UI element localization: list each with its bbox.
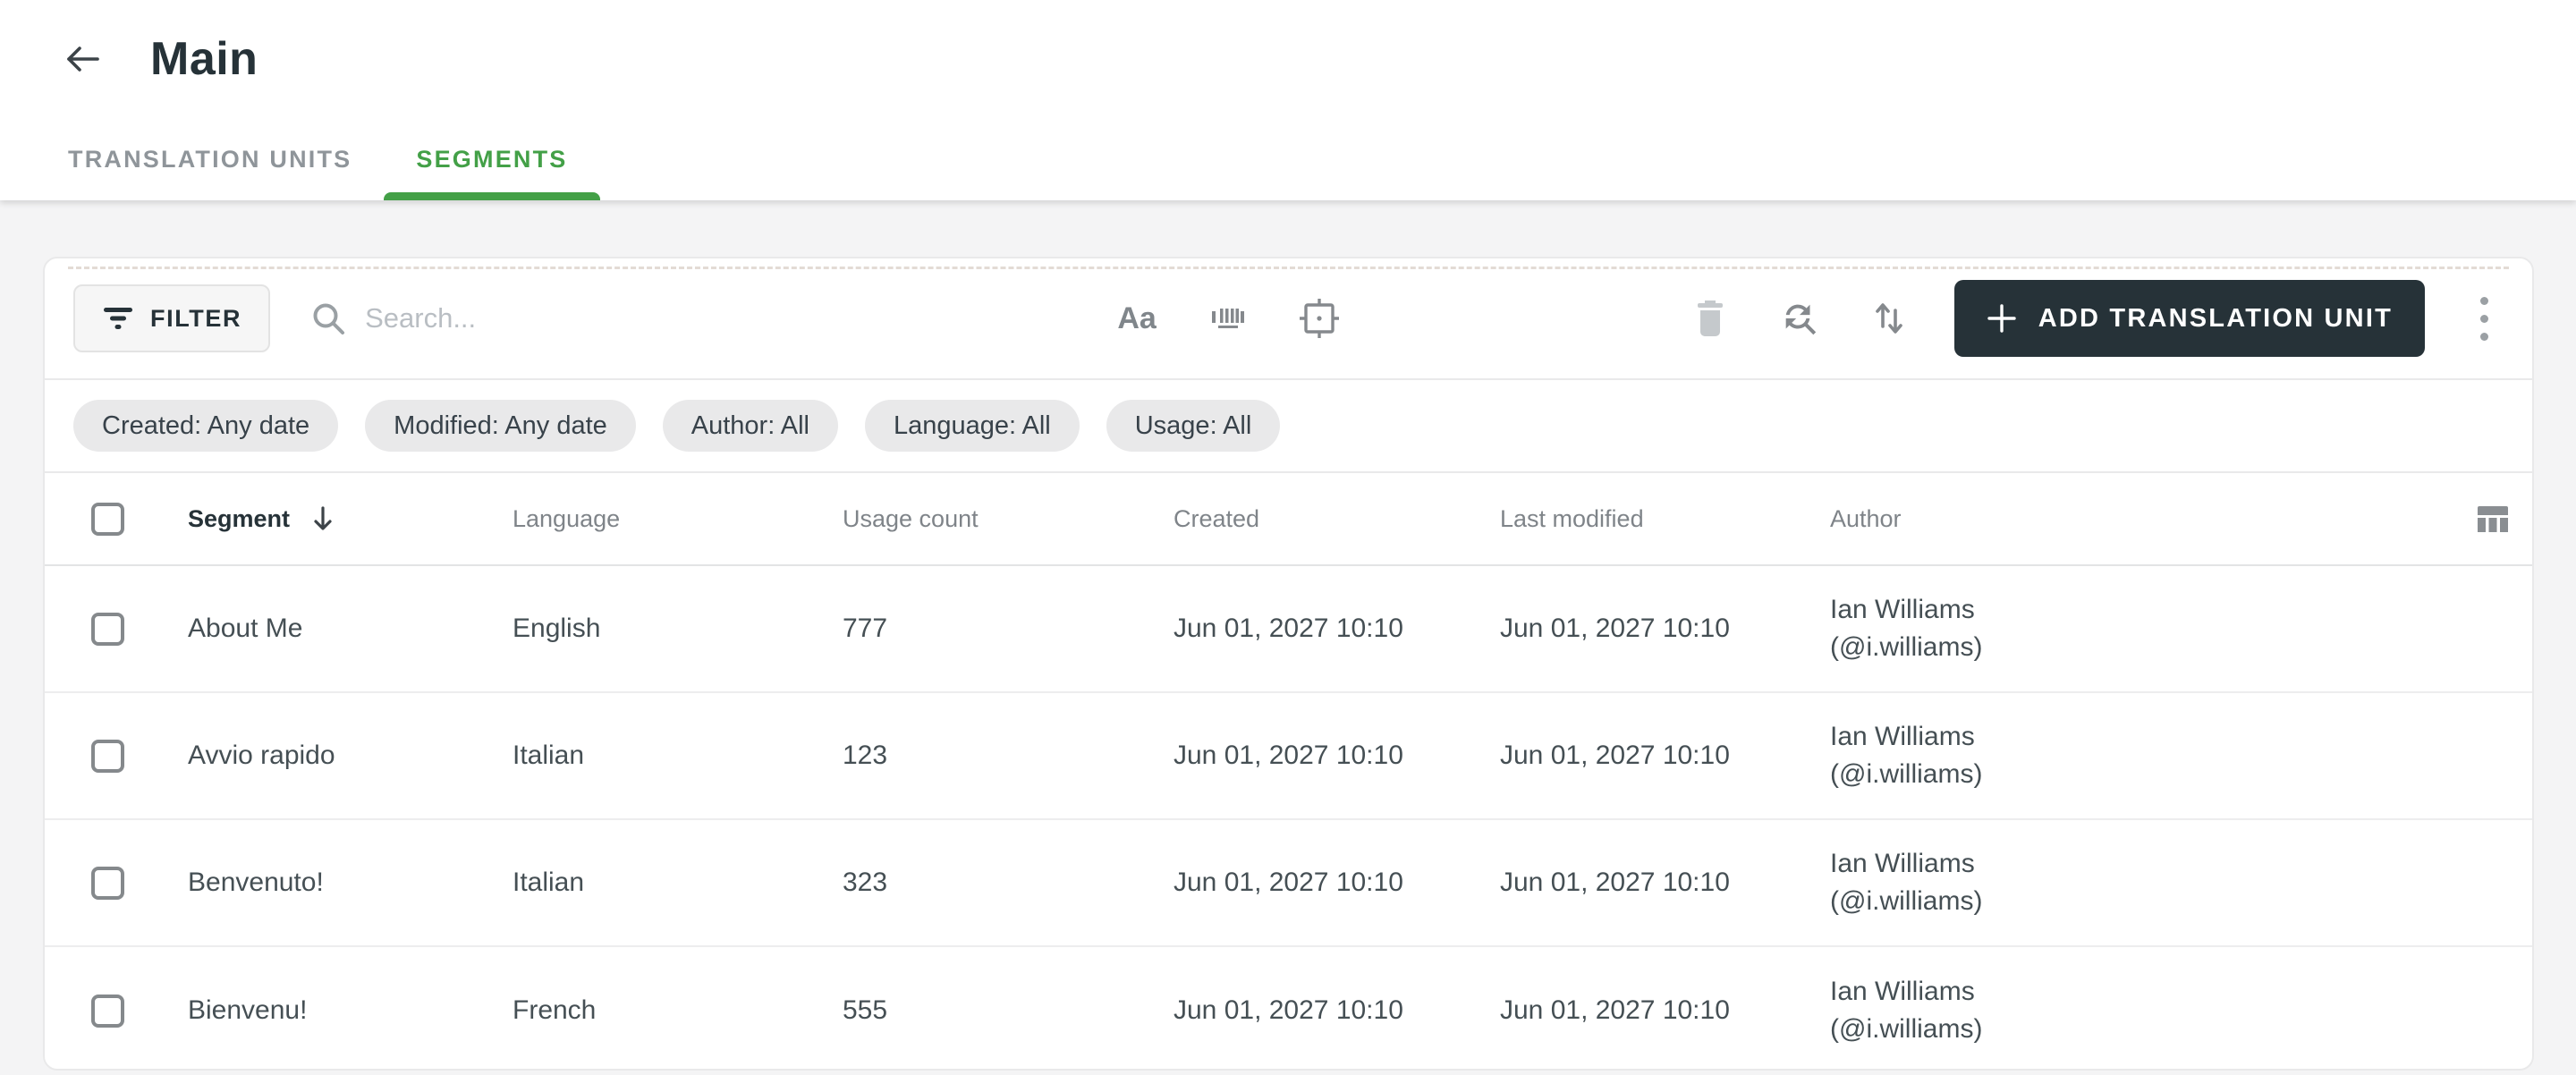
selection-frame-icon — [1300, 299, 1340, 338]
sort-desc-icon — [314, 506, 332, 530]
find-replace-button[interactable] — [1777, 296, 1822, 341]
toolbar-action-icons — [1688, 296, 1911, 341]
whole-word-toggle[interactable] — [1206, 296, 1250, 341]
cell-usage-count: 123 — [843, 741, 888, 770]
column-settings-button[interactable] — [2455, 501, 2511, 537]
sort-button[interactable] — [1867, 296, 1911, 341]
tab-bar: TRANSLATION UNITS SEGMENTS — [0, 118, 2576, 200]
column-header-segment[interactable]: Segment — [188, 504, 513, 533]
column-header-created[interactable]: Created — [1174, 505, 1500, 533]
cell-segment: Benvenuto! — [188, 868, 324, 897]
toolbar: FILTER Aa — [45, 258, 2532, 380]
find-replace-icon — [1785, 304, 1816, 335]
chip-created[interactable]: Created: Any date — [73, 400, 339, 452]
cell-usage-count: 777 — [843, 614, 888, 643]
chip-language[interactable]: Language: All — [864, 400, 1080, 452]
more-options-button[interactable] — [2464, 292, 2504, 345]
cell-last-modified: Jun 01, 2027 10:10 — [1500, 868, 1730, 897]
author-name: Ian Williams — [1830, 849, 1975, 878]
column-label: Segment — [188, 504, 291, 532]
table-row[interactable]: Bienvenu! French 555 Jun 01, 2027 10:10 … — [45, 947, 2532, 1069]
filter-button[interactable]: FILTER — [73, 284, 271, 352]
column-header-author[interactable]: Author — [1830, 505, 2455, 533]
chip-usage[interactable]: Usage: All — [1106, 400, 1281, 452]
search-input[interactable] — [365, 302, 992, 334]
cell-created: Jun 01, 2027 10:10 — [1174, 868, 1403, 897]
delete-button[interactable] — [1688, 296, 1733, 341]
plus-icon — [1987, 304, 2016, 333]
cell-usage-count: 555 — [843, 995, 888, 1025]
author-handle: (@i.williams) — [1830, 759, 1983, 789]
author-handle: (@i.williams) — [1830, 632, 1983, 662]
card-dashed-border — [68, 267, 2509, 269]
match-case-icon: Aa — [1117, 300, 1157, 335]
table-header: Segment Language Usage count Created Las… — [45, 473, 2532, 566]
cell-created: Jun 01, 2027 10:10 — [1174, 614, 1403, 643]
cell-author: Ian Williams (@i.williams) — [1830, 591, 2455, 666]
row-checkbox[interactable] — [91, 866, 124, 900]
chip-modified[interactable]: Modified: Any date — [365, 400, 636, 452]
tab-segments[interactable]: SEGMENTS — [384, 118, 600, 200]
row-checkbox[interactable] — [91, 994, 124, 1028]
segments-card: FILTER Aa — [43, 257, 2534, 1071]
cell-last-modified: Jun 01, 2027 10:10 — [1500, 741, 1730, 770]
title-row: Main — [0, 0, 2576, 89]
sort-arrows-icon — [1875, 303, 1902, 334]
author-handle: (@i.williams) — [1830, 1014, 1983, 1044]
column-header-usage-count[interactable]: Usage count — [843, 505, 1174, 533]
table-row[interactable]: Avvio rapido Italian 123 Jun 01, 2027 10… — [45, 693, 2532, 820]
author-name: Ian Williams — [1830, 977, 1975, 1006]
filter-chips-row: Created: Any date Modified: Any date Aut… — [45, 380, 2532, 473]
kebab-icon — [2479, 296, 2488, 305]
cell-language: Italian — [513, 741, 585, 770]
row-checkbox[interactable] — [91, 612, 124, 646]
row-checkbox[interactable] — [91, 739, 124, 773]
app-header: Main TRANSLATION UNITS SEGMENTS — [0, 0, 2576, 200]
cell-last-modified: Jun 01, 2027 10:10 — [1500, 995, 1730, 1025]
tab-translation-units[interactable]: TRANSLATION UNITS — [36, 118, 384, 200]
whole-word-icon — [1212, 309, 1245, 328]
match-case-toggle[interactable]: Aa — [1114, 296, 1159, 341]
select-all-checkbox[interactable] — [91, 502, 124, 536]
trash-icon — [1697, 300, 1723, 336]
search-box — [309, 300, 1034, 337]
column-header-language[interactable]: Language — [513, 505, 843, 533]
search-option-icons: Aa — [1114, 296, 1342, 341]
add-button-label: ADD TRANSLATION UNIT — [2038, 303, 2393, 333]
cell-segment: Bienvenu! — [188, 995, 308, 1025]
author-name: Ian Williams — [1830, 595, 1975, 624]
tab-label: TRANSLATION UNITS — [68, 145, 352, 173]
table-columns-icon — [2478, 506, 2508, 532]
cell-language: French — [513, 995, 597, 1025]
back-button[interactable] — [57, 34, 107, 84]
active-tab-indicator — [384, 192, 600, 200]
table-row[interactable]: About Me English 777 Jun 01, 2027 10:10 … — [45, 566, 2532, 693]
filter-icon — [104, 308, 132, 329]
table-row[interactable]: Benvenuto! Italian 323 Jun 01, 2027 10:1… — [45, 820, 2532, 947]
author-handle: (@i.williams) — [1830, 886, 1983, 916]
selection-search-toggle[interactable] — [1297, 296, 1342, 341]
cell-segment: Avvio rapido — [188, 741, 335, 770]
cell-author: Ian Williams (@i.williams) — [1830, 845, 2455, 920]
author-name: Ian Williams — [1830, 722, 1975, 751]
cell-last-modified: Jun 01, 2027 10:10 — [1500, 614, 1730, 643]
back-arrow-icon — [67, 47, 99, 72]
cell-language: Italian — [513, 868, 585, 897]
cell-language: English — [513, 614, 601, 643]
cell-segment: About Me — [188, 614, 303, 643]
cell-usage-count: 323 — [843, 868, 888, 897]
page-title: Main — [150, 33, 258, 85]
chip-author[interactable]: Author: All — [662, 400, 838, 452]
cell-created: Jun 01, 2027 10:10 — [1174, 995, 1403, 1025]
add-translation-unit-button[interactable]: ADD TRANSLATION UNIT — [1953, 280, 2425, 357]
filter-button-label: FILTER — [150, 304, 242, 332]
cell-author: Ian Williams (@i.williams) — [1830, 718, 2455, 793]
cell-created: Jun 01, 2027 10:10 — [1174, 741, 1403, 770]
cell-author: Ian Williams (@i.williams) — [1830, 973, 2455, 1048]
column-header-last-modified[interactable]: Last modified — [1500, 505, 1830, 533]
tab-label: SEGMENTS — [416, 145, 568, 173]
search-icon — [313, 303, 345, 334]
